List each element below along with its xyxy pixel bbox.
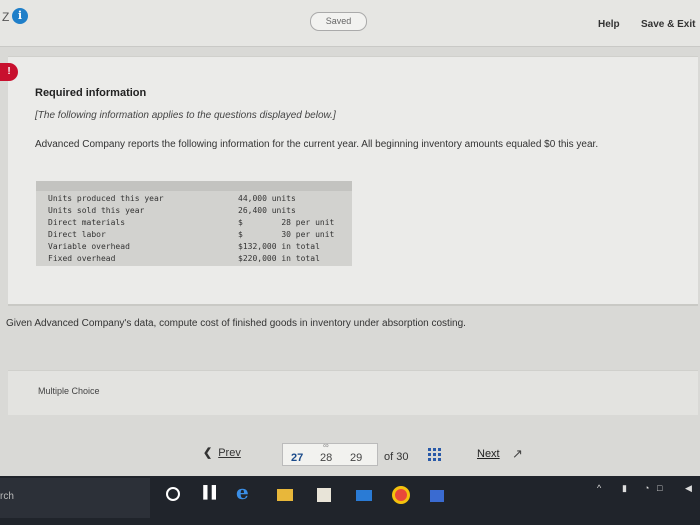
page-27[interactable]: 27 <box>291 452 303 464</box>
save-exit-button[interactable]: Save & Exit <box>641 19 695 30</box>
row-value: $220,000 in total <box>238 254 320 263</box>
row-value: 26,400 units <box>238 206 296 215</box>
cortana-icon[interactable] <box>166 487 180 501</box>
table-row: Units produced this year 44,000 units <box>36 194 352 206</box>
multiple-choice-area <box>8 370 698 415</box>
info-icon[interactable]: i <box>12 8 28 24</box>
row-value: $132,000 in total <box>238 242 320 251</box>
row-label: Direct materials <box>48 218 126 227</box>
table-row: Units sold this year 26,400 units <box>36 206 352 218</box>
row-value: $ 28 per unit <box>238 218 335 227</box>
next-button[interactable]: Next <box>477 448 500 460</box>
chevron-left-icon: ❮ <box>203 447 213 459</box>
company-intro: Advanced Company reports the following i… <box>35 139 599 150</box>
saved-status: Saved <box>310 12 367 31</box>
required-info-title: Required information <box>35 87 147 99</box>
wifi-icon[interactable]: ◔ <box>644 483 649 493</box>
page-total: of 30 <box>384 451 409 463</box>
file-explorer-icon[interactable] <box>277 489 293 501</box>
volume-icon[interactable]: ◀ <box>685 483 692 494</box>
search-text: rch <box>0 491 14 502</box>
table-row: Variable overhead $132,000 in total <box>36 242 352 254</box>
tray-caret-icon[interactable]: ^ <box>597 483 601 493</box>
top-bar: Z i Saved Help Save & Exit <box>0 0 700 47</box>
data-table: Units produced this year 44,000 units Un… <box>36 181 352 266</box>
battery-icon[interactable]: ▮ <box>622 483 627 494</box>
table-row: Direct materials $ 28 per unit <box>36 218 352 230</box>
help-link[interactable]: Help <box>598 19 620 30</box>
alert-badge: ! <box>0 63 18 81</box>
table-row: Fixed overhead $220,000 in total <box>36 254 352 266</box>
page-28[interactable]: 28 <box>320 452 332 464</box>
row-value: 44,000 units <box>238 194 296 203</box>
grid-view-icon[interactable] <box>428 448 441 461</box>
mail-icon[interactable] <box>356 490 372 501</box>
task-view-icon[interactable]: ▐▐ <box>199 485 216 501</box>
multiple-choice-label: Multiple Choice <box>38 386 100 396</box>
row-value: $ 30 per unit <box>238 230 335 239</box>
store-icon[interactable] <box>317 488 331 502</box>
question-text: Given Advanced Company's data, compute c… <box>6 318 466 329</box>
link-icon: ∞ <box>323 441 329 450</box>
data-table-header <box>36 181 352 191</box>
zoom-label: Z <box>2 10 10 24</box>
row-label: Direct labor <box>48 230 106 239</box>
table-row: Direct labor $ 30 per unit <box>36 230 352 242</box>
taskbar-search[interactable] <box>0 478 150 518</box>
row-label: Units sold this year <box>48 206 145 215</box>
page-selector: ∞ 27 28 29 <box>282 441 378 466</box>
prev-button[interactable]: ❮ Prev <box>203 446 241 466</box>
photos-icon[interactable] <box>430 490 444 502</box>
prev-label: Prev <box>218 447 241 459</box>
chrome-icon[interactable] <box>392 486 410 504</box>
required-info-note: [The following information applies to th… <box>35 110 336 121</box>
row-label: Variable overhead <box>48 242 130 251</box>
monitor-icon[interactable]: □ <box>657 483 662 493</box>
row-label: Fixed overhead <box>48 254 116 263</box>
edge-icon[interactable]: e <box>236 480 252 504</box>
page-29[interactable]: 29 <box>350 452 362 464</box>
row-label: Units produced this year <box>48 194 164 203</box>
cursor-icon: ↗ <box>512 446 523 461</box>
